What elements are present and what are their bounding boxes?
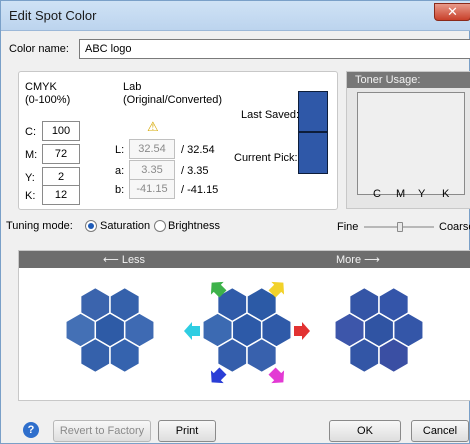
- revert-to-factory-button[interactable]: Revert to Factory: [53, 420, 151, 442]
- toner-usage-chart: [357, 92, 465, 195]
- hex-cell: [246, 337, 278, 374]
- color-name-label: Color name:: [9, 43, 69, 55]
- cmyk-k-field[interactable]: 12: [42, 185, 80, 205]
- lab-a-label: a:: [115, 165, 125, 177]
- hex-cell[interactable]: [109, 337, 141, 374]
- current-pick-label: Current Pick:: [234, 152, 298, 164]
- lab-b-label: b:: [115, 184, 125, 196]
- cmyk-range: (0-100%): [25, 94, 71, 106]
- hex-cell[interactable]: [348, 337, 380, 374]
- cmyk-y-label: Y:: [25, 172, 35, 184]
- saturation-radio[interactable]: [85, 220, 97, 232]
- tuning-panel: ⟵ Less More ⟶: [18, 250, 470, 401]
- hex-cell: [216, 337, 248, 374]
- ok-button[interactable]: OK: [329, 420, 401, 442]
- less-label: ⟵ Less: [103, 254, 146, 266]
- hex-cluster-less[interactable]: [65, 286, 155, 374]
- last-saved-label: Last Saved:: [241, 109, 300, 121]
- close-icon[interactable]: ✕: [434, 3, 470, 21]
- lab-a-original: 3.35: [129, 160, 175, 180]
- hex-cell[interactable]: [378, 337, 410, 374]
- edit-spot-color-dialog: Edit Spot Color ✕ Color name: ABC logo C…: [0, 0, 470, 444]
- toner-label-m: M: [396, 188, 406, 200]
- toner-label-k: K: [442, 188, 450, 200]
- lab-a-converted: / 3.35: [181, 165, 209, 177]
- current-pick-swatch: [298, 132, 328, 174]
- lab-l-converted: / 32.54: [181, 144, 215, 156]
- cmyk-c-field[interactable]: 100: [42, 121, 80, 141]
- brightness-label[interactable]: Brightness: [168, 220, 220, 232]
- hex-cell[interactable]: [79, 337, 111, 374]
- toner-label-c: C: [373, 188, 381, 200]
- step-slider-thumb[interactable]: [397, 222, 403, 232]
- more-label: More ⟶: [336, 254, 380, 266]
- coarse-label: Coarse: [439, 221, 470, 233]
- help-icon[interactable]: ?: [23, 422, 39, 438]
- color-name-input[interactable]: ABC logo: [79, 39, 470, 59]
- cmyk-header: CMYK: [25, 81, 57, 93]
- hex-tuning-area: [65, 281, 424, 384]
- brightness-radio[interactable]: [154, 220, 166, 232]
- cancel-button[interactable]: Cancel: [411, 420, 469, 442]
- cmyk-m-field[interactable]: 72: [42, 144, 80, 164]
- warning-icon: ⚠: [147, 119, 159, 134]
- lab-header: Lab: [123, 81, 142, 93]
- hex-cluster-more[interactable]: [334, 286, 424, 374]
- lab-subheader: (Original/Converted): [123, 94, 223, 106]
- hex-cluster-current: [202, 286, 292, 374]
- print-button[interactable]: Print: [158, 420, 216, 442]
- tuning-mode-label: Tuning mode:: [6, 220, 73, 232]
- window-title: Edit Spot Color: [9, 8, 97, 23]
- lab-b-original: -41.15: [129, 179, 175, 199]
- arrow-left-icon[interactable]: [184, 322, 200, 340]
- cmyk-c-label: C:: [25, 126, 36, 138]
- toner-label-y: Y: [418, 188, 426, 200]
- toner-usage-panel: Toner Usage: C M Y K: [346, 71, 470, 209]
- lab-l-label: L:: [115, 144, 125, 156]
- title-bar: Edit Spot Color ✕: [1, 1, 470, 31]
- toner-usage-title: Toner Usage:: [347, 72, 470, 88]
- lab-l-original: 32.54: [129, 139, 175, 159]
- saturation-label[interactable]: Saturation: [100, 220, 150, 232]
- arrow-right-icon[interactable]: [294, 322, 310, 340]
- fine-label: Fine: [337, 221, 359, 233]
- lab-b-converted: / -41.15: [181, 184, 219, 196]
- cmyk-y-field[interactable]: 2: [42, 167, 80, 187]
- cmyk-k-label: K:: [25, 190, 36, 202]
- tuning-bar: ⟵ Less More ⟶: [19, 251, 470, 268]
- cmyk-m-label: M:: [25, 149, 38, 161]
- last-saved-swatch: [298, 91, 328, 132]
